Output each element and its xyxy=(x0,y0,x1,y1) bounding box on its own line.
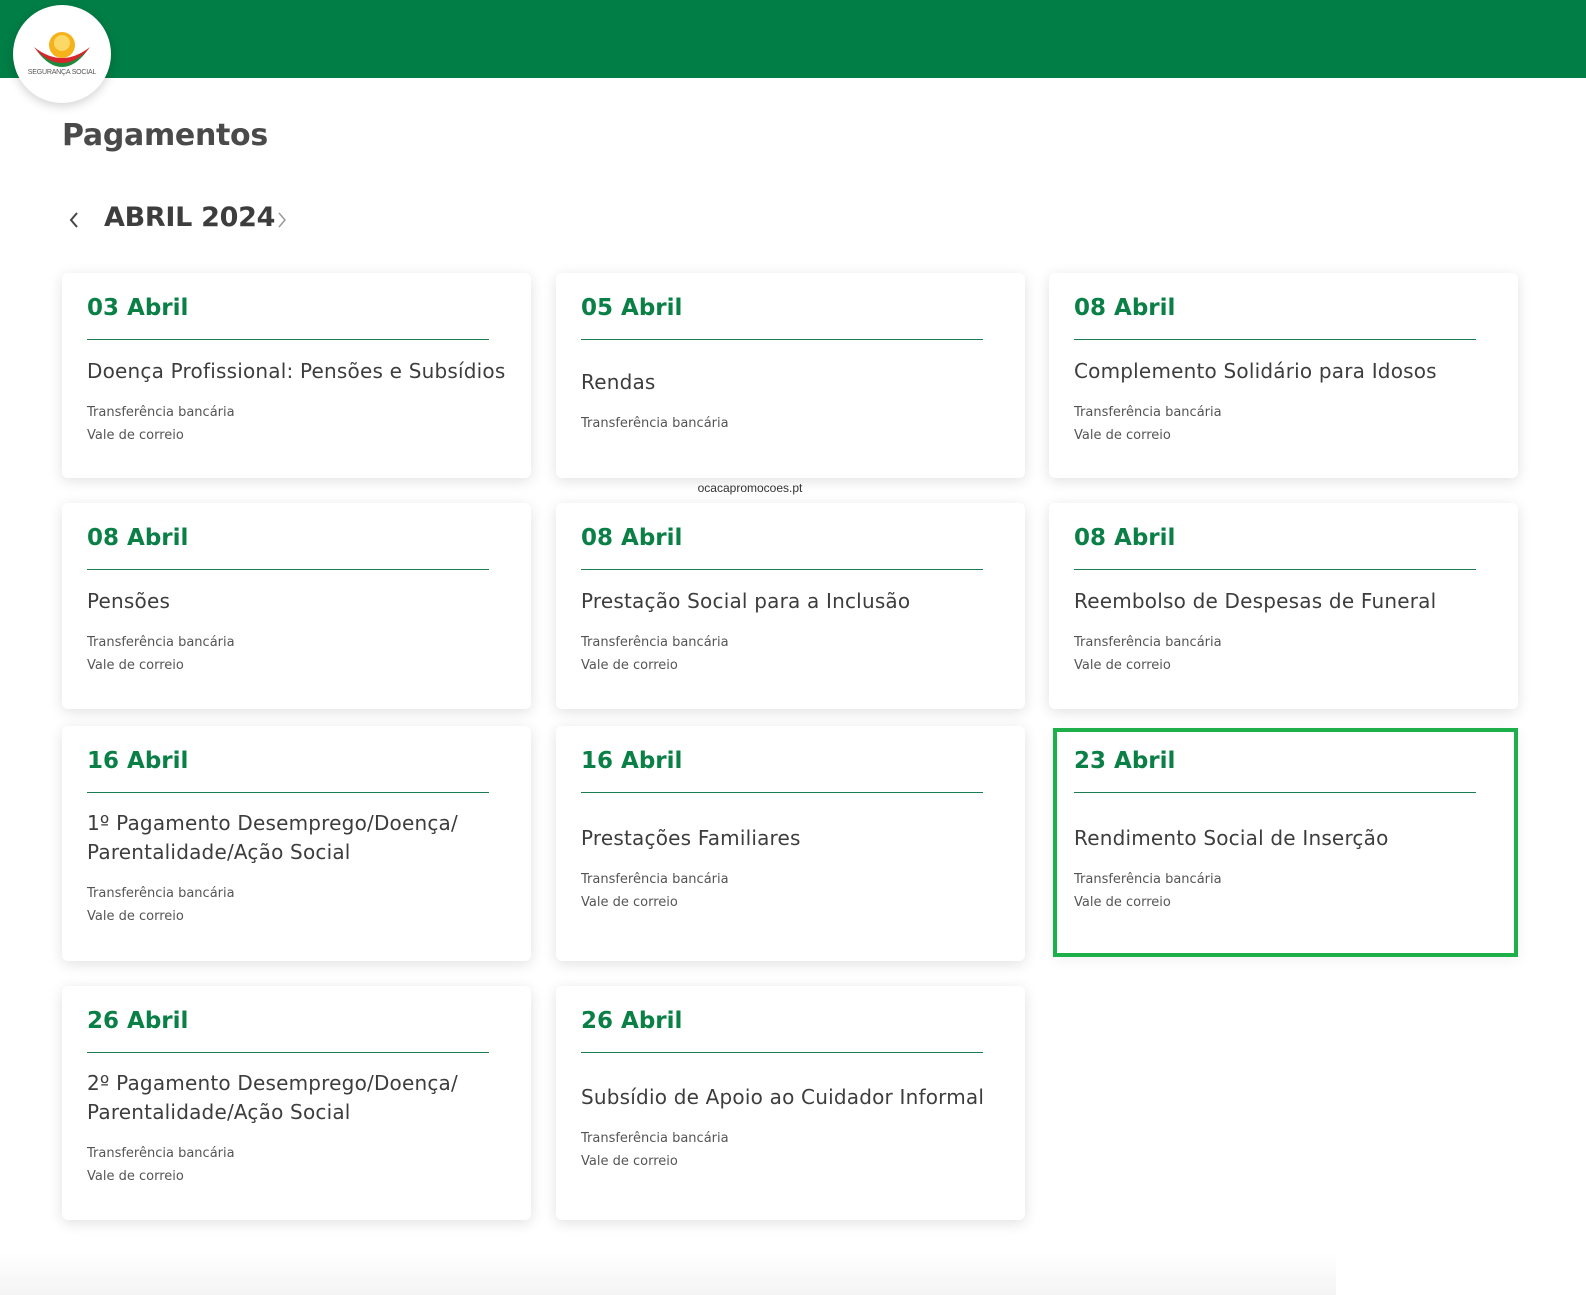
payment-method: Transferência bancária xyxy=(87,635,235,650)
payment-card[interactable]: 16 Abril 1º Pagamento Desemprego/Doença/… xyxy=(62,726,531,961)
payment-methods: Transferência bancária Vale de correio xyxy=(87,1142,235,1188)
card-divider xyxy=(581,792,983,793)
payment-method: Transferência bancária xyxy=(581,416,729,431)
payment-method: Transferência bancária xyxy=(87,405,235,420)
payment-method: Transferência bancária xyxy=(581,872,729,887)
payment-date: 08 Abril xyxy=(1074,295,1176,321)
payment-title: Prestações Familiares xyxy=(581,826,801,850)
payment-card[interactable]: 08 Abril Pensões Transferência bancária … xyxy=(62,503,531,709)
payment-methods: Transferência bancária xyxy=(581,412,729,435)
payment-card[interactable]: 03 Abril Doença Profissional: Pensões e … xyxy=(62,273,531,478)
payment-method: Vale de correio xyxy=(581,1154,678,1169)
payment-method: Vale de correio xyxy=(87,909,184,924)
payment-title: 1º Pagamento Desemprego/Doença/ Parental… xyxy=(87,811,458,864)
payment-methods: Transferência bancária Vale de correio xyxy=(87,631,235,677)
payment-methods: Transferência bancária Vale de correio xyxy=(1074,631,1222,677)
payment-method: Transferência bancária xyxy=(87,1146,235,1161)
chevron-left-icon xyxy=(69,212,78,228)
card-divider xyxy=(581,1052,983,1053)
payment-card[interactable]: 26 Abril Subsídio de Apoio ao Cuidador I… xyxy=(556,986,1025,1220)
payment-methods: Transferência bancária Vale de correio xyxy=(581,631,729,677)
payment-title: Reembolso de Despesas de Funeral xyxy=(1074,589,1437,613)
payment-date: 08 Abril xyxy=(87,525,189,551)
payment-method: Transferência bancária xyxy=(1074,635,1222,650)
payment-date: 08 Abril xyxy=(1074,525,1176,551)
card-divider xyxy=(87,1052,489,1053)
bottom-shadow xyxy=(0,1252,1336,1295)
payment-method: Vale de correio xyxy=(87,658,184,673)
payment-method: Vale de correio xyxy=(1074,428,1171,443)
payment-method: Vale de correio xyxy=(581,895,678,910)
payment-methods: Transferência bancária Vale de correio xyxy=(87,882,235,928)
payment-method: Vale de correio xyxy=(581,658,678,673)
payment-method: Transferência bancária xyxy=(581,635,729,650)
watermark-text: ocacapromocoes.pt xyxy=(697,481,803,495)
payment-card[interactable]: 08 Abril Reembolso de Despesas de Funera… xyxy=(1049,503,1518,709)
payment-title: Rendas xyxy=(581,370,656,394)
payment-method: Vale de correio xyxy=(87,1169,184,1184)
payment-title: Doença Profissional: Pensões e Subsídios xyxy=(87,359,506,383)
card-divider xyxy=(581,339,983,340)
sun-emblem-icon xyxy=(34,32,90,67)
payment-method: Vale de correio xyxy=(87,428,184,443)
card-divider xyxy=(581,569,983,570)
payment-method: Transferência bancária xyxy=(581,1131,729,1146)
card-divider xyxy=(87,792,489,793)
payment-card-highlighted[interactable]: 23 Abril Rendimento Social de Inserção T… xyxy=(1053,728,1518,957)
payment-date: 08 Abril xyxy=(581,525,683,551)
payment-title: Rendimento Social de Inserção xyxy=(1074,826,1389,850)
payment-title: Subsídio de Apoio ao Cuidador Informal xyxy=(581,1085,985,1109)
payment-title: Pensões xyxy=(87,589,171,613)
payment-methods: Transferência bancária Vale de correio xyxy=(581,1127,729,1173)
payment-card[interactable]: 08 Abril Prestação Social para a Inclusã… xyxy=(556,503,1025,709)
seguranca-social-logo[interactable]: SEGURANÇA SOCIAL xyxy=(13,5,111,103)
payment-card[interactable]: 05 Abril Rendas Transferência bancária xyxy=(556,273,1025,478)
payment-title: 2º Pagamento Desemprego/Doença/ Parental… xyxy=(87,1071,458,1124)
payment-method: Vale de correio xyxy=(1074,658,1171,673)
payment-methods: Transferência bancária Vale de correio xyxy=(1074,868,1222,914)
previous-month-button[interactable] xyxy=(60,204,88,236)
payment-method: Transferência bancária xyxy=(87,886,235,901)
payment-methods: Transferência bancária Vale de correio xyxy=(87,401,235,447)
chevron-right-icon xyxy=(278,212,286,228)
payment-card[interactable]: 16 Abril Prestações Familiares Transferê… xyxy=(556,726,1025,961)
payment-card[interactable]: 08 Abril Complemento Solidário para Idos… xyxy=(1049,273,1518,478)
card-divider xyxy=(1074,569,1476,570)
payment-title: Prestação Social para a Inclusão xyxy=(581,589,911,613)
month-navigation: ABRIL 2024 xyxy=(62,200,322,240)
next-month-button[interactable] xyxy=(268,204,296,236)
top-header-bar xyxy=(0,0,1586,78)
payment-method: Transferência bancária xyxy=(1074,872,1222,887)
card-divider xyxy=(1074,339,1476,340)
page-title: Pagamentos xyxy=(62,118,268,153)
logo-text: SEGURANÇA SOCIAL xyxy=(27,69,97,76)
payment-methods: Transferência bancária Vale de correio xyxy=(1074,401,1222,447)
payment-title: Complemento Solidário para Idosos xyxy=(1074,359,1437,383)
payment-date: 16 Abril xyxy=(581,748,683,774)
payment-date: 05 Abril xyxy=(581,295,683,321)
payment-card[interactable]: 26 Abril 2º Pagamento Desemprego/Doença/… xyxy=(62,986,531,1220)
card-divider xyxy=(87,339,489,340)
card-divider xyxy=(87,569,489,570)
payment-date: 16 Abril xyxy=(87,748,189,774)
payment-method: Transferência bancária xyxy=(1074,405,1222,420)
payment-date: 03 Abril xyxy=(87,295,189,321)
card-divider xyxy=(1074,792,1476,793)
payment-method: Vale de correio xyxy=(1074,895,1171,910)
payment-methods: Transferência bancária Vale de correio xyxy=(581,868,729,914)
current-month-label: ABRIL 2024 xyxy=(104,202,276,233)
payment-date: 26 Abril xyxy=(581,1008,683,1034)
payment-date: 26 Abril xyxy=(87,1008,189,1034)
payment-date: 23 Abril xyxy=(1074,748,1176,774)
